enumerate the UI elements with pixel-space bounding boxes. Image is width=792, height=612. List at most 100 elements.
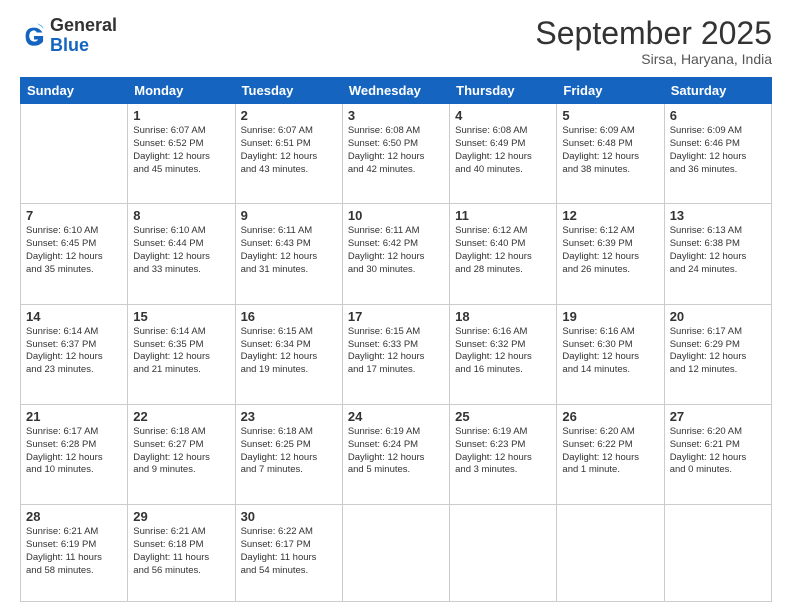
day-number: 8	[133, 208, 229, 223]
day-info: Sunrise: 6:07 AM Sunset: 6:51 PM Dayligh…	[241, 125, 337, 176]
table-row: 15 Sunrise: 6:14 AM Sunset: 6:35 PM Dayli…	[128, 304, 235, 404]
title-block: September 2025 Sirsa, Haryana, India	[535, 16, 772, 67]
day-info: Sunrise: 6:12 AM Sunset: 6:40 PM Dayligh…	[455, 225, 551, 276]
table-row	[21, 104, 128, 204]
table-row	[342, 505, 449, 602]
header-friday: Friday	[557, 78, 664, 104]
day-number: 9	[241, 208, 337, 223]
table-row: 9 Sunrise: 6:11 AM Sunset: 6:43 PM Daylig…	[235, 204, 342, 304]
day-info: Sunrise: 6:18 AM Sunset: 6:27 PM Dayligh…	[133, 426, 229, 477]
table-row: 28 Sunrise: 6:21 AM Sunset: 6:19 PM Dayli…	[21, 505, 128, 602]
day-number: 13	[670, 208, 766, 223]
day-info: Sunrise: 6:15 AM Sunset: 6:33 PM Dayligh…	[348, 326, 444, 377]
day-number: 27	[670, 409, 766, 424]
table-row	[450, 505, 557, 602]
day-info: Sunrise: 6:17 AM Sunset: 6:28 PM Dayligh…	[26, 426, 122, 477]
day-info: Sunrise: 6:14 AM Sunset: 6:37 PM Dayligh…	[26, 326, 122, 377]
table-row: 27 Sunrise: 6:20 AM Sunset: 6:21 PM Dayli…	[664, 404, 771, 504]
header-monday: Monday	[128, 78, 235, 104]
day-number: 21	[26, 409, 122, 424]
day-number: 29	[133, 509, 229, 524]
day-number: 1	[133, 108, 229, 123]
table-row: 3Sunrise: 6:08 AM Sunset: 6:50 PM Daylig…	[342, 104, 449, 204]
logo-icon	[20, 22, 48, 50]
logo: General Blue	[20, 16, 117, 56]
table-row: 8 Sunrise: 6:10 AM Sunset: 6:44 PM Daylig…	[128, 204, 235, 304]
day-info: Sunrise: 6:09 AM Sunset: 6:48 PM Dayligh…	[562, 125, 658, 176]
table-row: 21 Sunrise: 6:17 AM Sunset: 6:28 PM Dayli…	[21, 404, 128, 504]
table-row: 19 Sunrise: 6:16 AM Sunset: 6:30 PM Dayli…	[557, 304, 664, 404]
day-info: Sunrise: 6:16 AM Sunset: 6:30 PM Dayligh…	[562, 326, 658, 377]
day-info: Sunrise: 6:14 AM Sunset: 6:35 PM Dayligh…	[133, 326, 229, 377]
table-row: 2Sunrise: 6:07 AM Sunset: 6:51 PM Daylig…	[235, 104, 342, 204]
table-row: 13 Sunrise: 6:13 AM Sunset: 6:38 PM Dayli…	[664, 204, 771, 304]
table-row: 4 Sunrise: 6:08 AM Sunset: 6:49 PM Daylig…	[450, 104, 557, 204]
day-info: Sunrise: 6:11 AM Sunset: 6:43 PM Dayligh…	[241, 225, 337, 276]
day-info: Sunrise: 6:12 AM Sunset: 6:39 PM Dayligh…	[562, 225, 658, 276]
table-row: 24Sunrise: 6:19 AM Sunset: 6:24 PM Dayli…	[342, 404, 449, 504]
table-row: 25 Sunrise: 6:19 AM Sunset: 6:23 PM Dayli…	[450, 404, 557, 504]
day-number: 17	[348, 309, 444, 324]
header: General Blue September 2025 Sirsa, Harya…	[20, 16, 772, 67]
day-info: Sunrise: 6:22 AM Sunset: 6:17 PM Dayligh…	[241, 526, 337, 577]
day-number: 19	[562, 309, 658, 324]
day-number: 23	[241, 409, 337, 424]
header-saturday: Saturday	[664, 78, 771, 104]
table-row: 1 Sunrise: 6:07 AM Sunset: 6:52 PM Daylig…	[128, 104, 235, 204]
day-number: 7	[26, 208, 122, 223]
table-row: 20Sunrise: 6:17 AM Sunset: 6:29 PM Dayli…	[664, 304, 771, 404]
table-row: 30 Sunrise: 6:22 AM Sunset: 6:17 PM Dayli…	[235, 505, 342, 602]
page-title: September 2025	[535, 16, 772, 51]
day-info: Sunrise: 6:08 AM Sunset: 6:49 PM Dayligh…	[455, 125, 551, 176]
table-row: 18Sunrise: 6:16 AM Sunset: 6:32 PM Dayli…	[450, 304, 557, 404]
day-number: 5	[562, 108, 658, 123]
day-info: Sunrise: 6:09 AM Sunset: 6:46 PM Dayligh…	[670, 125, 766, 176]
table-row: 16 Sunrise: 6:15 AM Sunset: 6:34 PM Dayli…	[235, 304, 342, 404]
table-row	[664, 505, 771, 602]
header-thursday: Thursday	[450, 78, 557, 104]
day-number: 15	[133, 309, 229, 324]
day-number: 18	[455, 309, 551, 324]
table-row	[557, 505, 664, 602]
day-number: 22	[133, 409, 229, 424]
day-number: 14	[26, 309, 122, 324]
day-number: 6	[670, 108, 766, 123]
table-row: 26Sunrise: 6:20 AM Sunset: 6:22 PM Dayli…	[557, 404, 664, 504]
day-number: 16	[241, 309, 337, 324]
table-row: 5 Sunrise: 6:09 AM Sunset: 6:48 PM Daylig…	[557, 104, 664, 204]
day-info: Sunrise: 6:13 AM Sunset: 6:38 PM Dayligh…	[670, 225, 766, 276]
day-info: Sunrise: 6:19 AM Sunset: 6:23 PM Dayligh…	[455, 426, 551, 477]
day-number: 12	[562, 208, 658, 223]
table-row: 7 Sunrise: 6:10 AM Sunset: 6:45 PM Daylig…	[21, 204, 128, 304]
table-row: 23Sunrise: 6:18 AM Sunset: 6:25 PM Dayli…	[235, 404, 342, 504]
day-info: Sunrise: 6:21 AM Sunset: 6:19 PM Dayligh…	[26, 526, 122, 577]
logo-text: General Blue	[50, 16, 117, 56]
day-number: 4	[455, 108, 551, 123]
table-row: 11Sunrise: 6:12 AM Sunset: 6:40 PM Dayli…	[450, 204, 557, 304]
day-number: 30	[241, 509, 337, 524]
day-info: Sunrise: 6:17 AM Sunset: 6:29 PM Dayligh…	[670, 326, 766, 377]
page: General Blue September 2025 Sirsa, Harya…	[0, 0, 792, 612]
day-info: Sunrise: 6:20 AM Sunset: 6:21 PM Dayligh…	[670, 426, 766, 477]
day-number: 25	[455, 409, 551, 424]
table-row: 22 Sunrise: 6:18 AM Sunset: 6:27 PM Dayli…	[128, 404, 235, 504]
table-row: 10Sunrise: 6:11 AM Sunset: 6:42 PM Dayli…	[342, 204, 449, 304]
day-number: 10	[348, 208, 444, 223]
table-row: 14 Sunrise: 6:14 AM Sunset: 6:37 PM Dayli…	[21, 304, 128, 404]
day-number: 3	[348, 108, 444, 123]
table-row: 12 Sunrise: 6:12 AM Sunset: 6:39 PM Dayli…	[557, 204, 664, 304]
day-number: 24	[348, 409, 444, 424]
table-row: 6 Sunrise: 6:09 AM Sunset: 6:46 PM Daylig…	[664, 104, 771, 204]
day-info: Sunrise: 6:15 AM Sunset: 6:34 PM Dayligh…	[241, 326, 337, 377]
header-tuesday: Tuesday	[235, 78, 342, 104]
table-row: 17 Sunrise: 6:15 AM Sunset: 6:33 PM Dayli…	[342, 304, 449, 404]
day-number: 28	[26, 509, 122, 524]
header-wednesday: Wednesday	[342, 78, 449, 104]
day-info: Sunrise: 6:10 AM Sunset: 6:45 PM Dayligh…	[26, 225, 122, 276]
day-info: Sunrise: 6:07 AM Sunset: 6:52 PM Dayligh…	[133, 125, 229, 176]
day-info: Sunrise: 6:10 AM Sunset: 6:44 PM Dayligh…	[133, 225, 229, 276]
calendar-header-row: Sunday Monday Tuesday Wednesday Thursday…	[21, 78, 772, 104]
calendar-table: Sunday Monday Tuesday Wednesday Thursday…	[20, 77, 772, 602]
header-sunday: Sunday	[21, 78, 128, 104]
table-row: 29Sunrise: 6:21 AM Sunset: 6:18 PM Dayli…	[128, 505, 235, 602]
